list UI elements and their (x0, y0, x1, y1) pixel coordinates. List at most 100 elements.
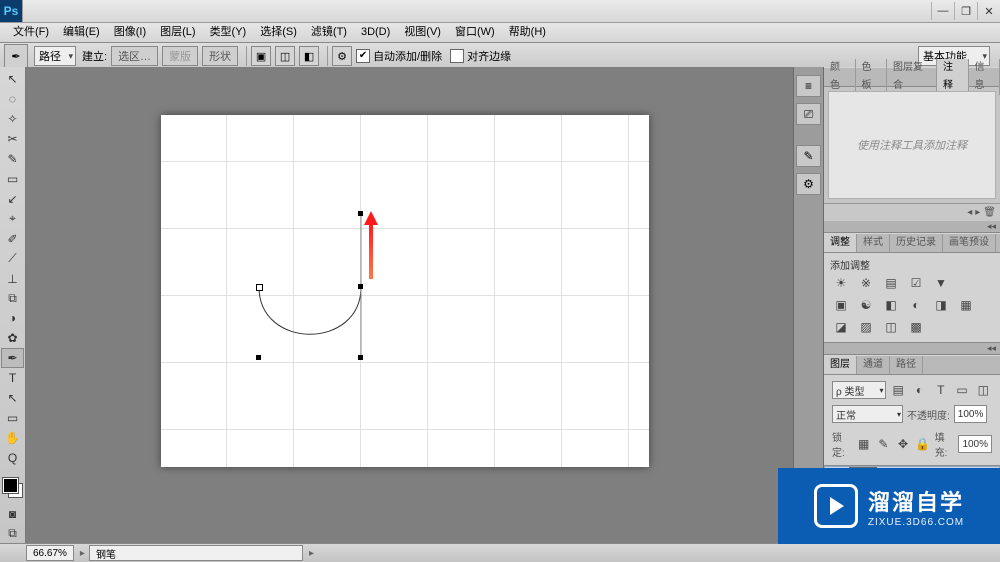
marquee-tool[interactable]: ◌ (1, 89, 24, 109)
menu-3d[interactable]: 3D(D) (354, 23, 397, 42)
current-tool[interactable]: 钢笔 (89, 545, 303, 561)
canvas-area[interactable] (26, 67, 793, 544)
align-edges-checkbox[interactable] (450, 49, 464, 63)
opacity-input[interactable]: 100% (954, 405, 988, 423)
auto-add-checkbox[interactable]: ✔ (356, 49, 370, 63)
panel-collapse-strip[interactable]: ◂◂ (824, 221, 1000, 233)
menu-layer[interactable]: 图层(L) (153, 23, 202, 42)
align-icon[interactable]: ◫ (275, 46, 295, 66)
eyedropper-tool[interactable]: ▭ (1, 169, 24, 189)
zoom-tool[interactable]: Q (1, 448, 24, 468)
adj-threshold-icon[interactable]: ▨ (857, 319, 875, 335)
dock-char-icon[interactable]: ✎ (796, 145, 821, 167)
dock-para-icon[interactable]: ⚙ (796, 173, 821, 195)
menu-image[interactable]: 图像(I) (107, 23, 153, 42)
menu-window[interactable]: 窗口(W) (448, 23, 502, 42)
path-op-icon[interactable]: ▣ (251, 46, 271, 66)
dock-brush-icon[interactable]: ≡ (796, 75, 821, 97)
adj-posterize-icon[interactable]: ◪ (832, 319, 850, 335)
brush-tool[interactable]: ⌖ (1, 209, 24, 229)
tab-info[interactable]: 信息 (969, 59, 1000, 95)
menu-file[interactable]: 文件(F) (6, 23, 56, 42)
menu-edit[interactable]: 编辑(E) (56, 23, 107, 42)
handle-point[interactable] (358, 211, 363, 216)
lock-trans-icon[interactable]: ▦ (856, 436, 872, 452)
tab-channels[interactable]: 通道 (857, 356, 890, 374)
filter-type-icon[interactable]: T (932, 382, 949, 398)
adj-photofilter-icon[interactable]: ◧ (882, 297, 900, 313)
anchor-point[interactable] (358, 284, 363, 289)
adj-brightness-icon[interactable]: ☀ (832, 275, 850, 291)
crop-tool[interactable]: ✎ (1, 149, 24, 169)
tab-layers[interactable]: 图层 (824, 356, 857, 374)
pen-tool-icon[interactable]: ✒ (4, 44, 28, 68)
lock-all-icon[interactable]: 🔒 (915, 436, 931, 452)
tab-paths[interactable]: 路径 (890, 356, 923, 374)
adj-gradmap-icon[interactable]: ◫ (882, 319, 900, 335)
history-brush-tool[interactable]: ⟋ (1, 249, 24, 269)
zoom-level[interactable]: 66.67% (26, 545, 74, 561)
gradient-tool[interactable]: ⧉ (1, 288, 24, 308)
adj-levels-icon[interactable]: ※ (857, 275, 875, 291)
make-shape-button[interactable]: 形状 (202, 46, 238, 66)
maximize-button[interactable]: ❐ (954, 2, 977, 20)
move-tool[interactable]: ↖ (1, 69, 24, 89)
lock-pixels-icon[interactable]: ✎ (876, 436, 892, 452)
minimize-button[interactable]: — (931, 2, 954, 20)
filter-smart-icon[interactable]: ◫ (975, 382, 992, 398)
healing-tool[interactable]: ↙ (1, 189, 24, 209)
make-selection-button[interactable]: 选区… (111, 46, 158, 66)
menu-type[interactable]: 类型(Y) (203, 23, 254, 42)
handle-point[interactable] (256, 355, 261, 360)
tab-styles[interactable]: 样式 (857, 234, 890, 252)
make-mask-button[interactable]: 蒙版 (162, 46, 198, 66)
blend-mode-dropdown[interactable]: 正常 (832, 405, 903, 423)
layer-kind-dropdown[interactable]: ρ 类型 (832, 381, 886, 399)
filter-adjust-icon[interactable]: ◐ (911, 382, 928, 398)
stamp-tool[interactable]: ✐ (1, 229, 24, 249)
adj-curves-icon[interactable]: ▤ (882, 275, 900, 291)
adj-vibrance-icon[interactable]: ▼ (932, 275, 950, 291)
quick-select-tool[interactable]: ✂ (1, 129, 24, 149)
adj-invert-icon[interactable]: ▦ (957, 297, 975, 313)
tab-history[interactable]: 历史记录 (890, 234, 943, 252)
blur-tool[interactable]: ◑ (1, 308, 24, 328)
color-swatch[interactable] (3, 478, 23, 498)
menu-select[interactable]: 选择(S) (253, 23, 304, 42)
adj-channelmix-icon[interactable]: ◐ (907, 297, 925, 313)
handle-point[interactable] (358, 355, 363, 360)
gear-icon[interactable]: ⚙ (332, 46, 352, 66)
tab-color[interactable]: 颜色 (824, 59, 856, 95)
tab-swatches[interactable]: 色板 (856, 59, 888, 95)
canvas[interactable] (161, 115, 649, 467)
tab-brushpresets[interactable]: 画笔预设 (943, 234, 996, 252)
eraser-tool[interactable]: ⊥ (1, 269, 24, 289)
adj-bw-icon[interactable]: ☯ (857, 297, 875, 313)
pen-tool[interactable]: ✒ (1, 348, 24, 368)
arrange-icon[interactable]: ◧ (299, 46, 319, 66)
menu-filter[interactable]: 滤镜(T) (304, 23, 354, 42)
foreground-color[interactable] (3, 478, 18, 493)
filter-shape-icon[interactable]: ▭ (953, 382, 970, 398)
lasso-tool[interactable]: ✧ (1, 109, 24, 129)
lock-position-icon[interactable]: ✥ (895, 436, 911, 452)
adj-colorlookup-icon[interactable]: ◨ (932, 297, 950, 313)
type-tool[interactable]: T (1, 368, 24, 388)
close-button[interactable]: ✕ (977, 2, 1000, 20)
panel-collapse-strip[interactable]: ◂◂ (824, 343, 1000, 355)
fill-input[interactable]: 100% (958, 435, 992, 453)
filter-pixel-icon[interactable]: ▤ (890, 382, 907, 398)
anchor-point[interactable] (256, 284, 263, 291)
dock-clone-icon[interactable]: ⎚ (796, 103, 821, 125)
quickmask-tool[interactable]: ◙ (1, 504, 24, 524)
adj-exposure-icon[interactable]: ☑ (907, 275, 925, 291)
tab-layercomps[interactable]: 图层复合 (887, 59, 937, 95)
shape-tool[interactable]: ▭ (1, 408, 24, 428)
tab-notes[interactable]: 注释 (937, 59, 969, 95)
tab-adjust[interactable]: 调整 (824, 234, 857, 252)
hand-tool[interactable]: ✋ (1, 428, 24, 448)
screenmode-tool[interactable]: ⧉ (1, 524, 24, 544)
dodge-tool[interactable]: ✿ (1, 328, 24, 348)
path-select-tool[interactable]: ↖ (1, 388, 24, 408)
adj-selcolor-icon[interactable]: ▩ (907, 319, 925, 335)
